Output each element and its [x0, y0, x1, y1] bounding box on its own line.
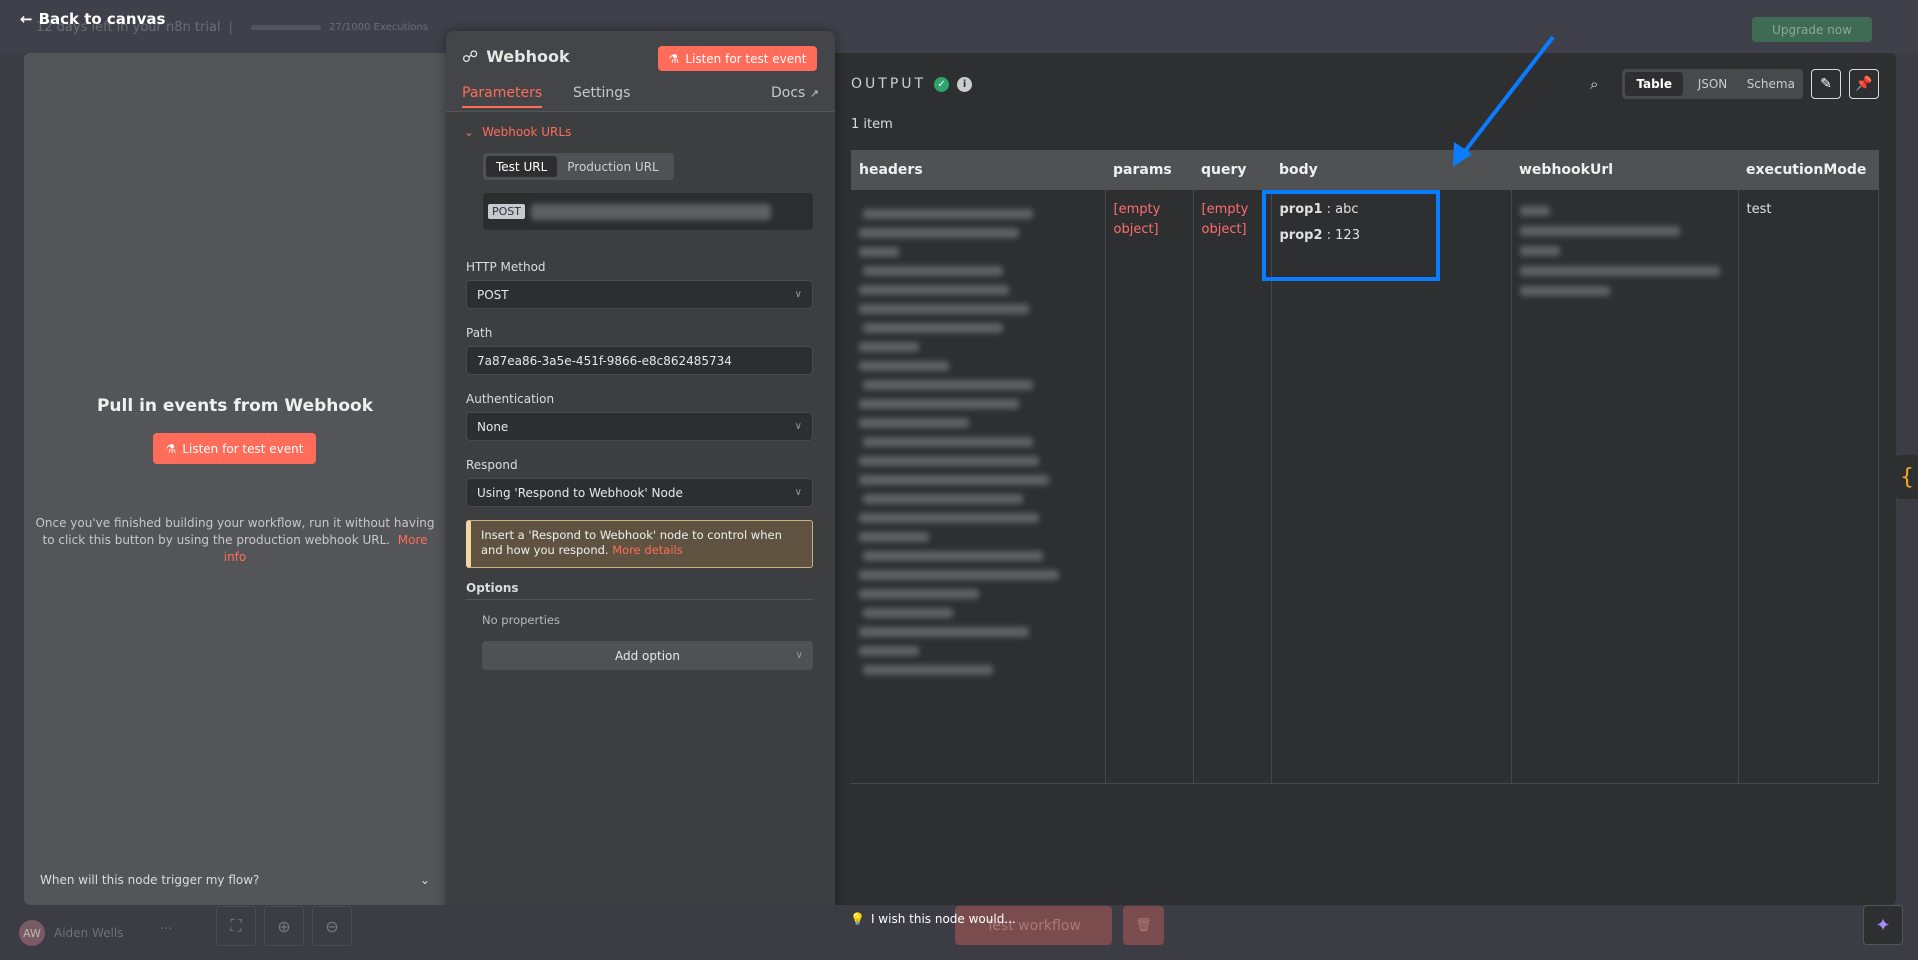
- external-link-icon: ↗: [809, 87, 819, 100]
- lightbulb-icon: 💡: [850, 912, 865, 926]
- no-properties-text: No properties: [482, 613, 560, 627]
- node-name: Webhook: [486, 47, 570, 66]
- method-badge: POST: [488, 204, 525, 219]
- more-dots-icon[interactable]: ···: [160, 922, 172, 937]
- tab-settings[interactable]: Settings: [573, 85, 630, 101]
- production-url-tab[interactable]: Production URL: [557, 156, 668, 177]
- tab-parameters[interactable]: Parameters: [462, 85, 543, 108]
- chevron-down-icon: ⌄: [464, 125, 475, 139]
- trash-icon[interactable]: 🗑: [1123, 906, 1164, 945]
- zoom-out-icon[interactable]: ⊖: [312, 906, 352, 946]
- test-url-tab[interactable]: Test URL: [486, 156, 558, 177]
- webhook-urls-toggle[interactable]: ⌄ Webhook URLs: [464, 125, 571, 139]
- chevron-down-icon: ∨: [794, 487, 802, 498]
- respond-label: Respond: [466, 458, 518, 472]
- node-header: ☍ Webhook ⚗ Listen for test event Paramete…: [446, 31, 835, 112]
- webhook-icon: ☍: [462, 47, 479, 66]
- fit-view-icon[interactable]: ⛶: [216, 906, 256, 946]
- http-method-select[interactable]: POST ∨: [466, 280, 813, 309]
- docs-label: Docs: [770, 85, 806, 101]
- path-label: Path: [466, 326, 493, 340]
- webhook-urls-label: Webhook URLs: [482, 125, 572, 139]
- http-method-label: HTTP Method: [466, 260, 546, 274]
- path-value: 7a87ea86-3a5e-451f-9866-e8c862485734: [477, 353, 732, 368]
- respond-notice: Insert a 'Respond to Webhook' node to co…: [466, 520, 813, 568]
- node-title: ☍ Webhook: [462, 47, 570, 66]
- chevron-down-icon: ∨: [794, 421, 802, 432]
- user-name: Aiden Wells: [54, 926, 124, 940]
- docs-link[interactable]: Docs ↗: [771, 85, 819, 101]
- webhook-url-display[interactable]: POST: [483, 193, 813, 230]
- add-option-label: Add option: [615, 648, 680, 663]
- chevron-down-icon: ∨: [794, 289, 802, 300]
- annotation-arrow: [1453, 35, 1555, 167]
- ai-assistant-sparkle-icon[interactable]: ✦: [1863, 905, 1903, 945]
- flask-icon: ⚗: [668, 51, 680, 66]
- more-details-link[interactable]: More details: [612, 543, 682, 557]
- authentication-select[interactable]: None ∨: [466, 412, 813, 441]
- respond-select[interactable]: Using 'Respond to Webhook' Node ∨: [466, 478, 813, 507]
- respond-value: Using 'Respond to Webhook' Node: [477, 485, 683, 500]
- add-option-button[interactable]: Add option ∨: [482, 641, 813, 670]
- authentication-value: None: [477, 419, 509, 434]
- wish-text: I wish this node would...: [870, 912, 1016, 926]
- code-braces-icon[interactable]: {: [1896, 455, 1918, 499]
- feedback-prompt[interactable]: 💡 I wish this node would...: [850, 912, 1016, 926]
- options-label: Options: [466, 581, 813, 600]
- zoom-in-icon[interactable]: ⊕: [264, 906, 304, 946]
- authentication-label: Authentication: [466, 392, 555, 406]
- http-method-value: POST: [477, 287, 509, 302]
- chevron-down-icon: ∨: [795, 650, 803, 661]
- parameters-panel: ☍ Webhook ⚗ Listen for test event Paramete…: [446, 31, 835, 930]
- listen-test-event-button[interactable]: ⚗ Listen for test event: [658, 46, 817, 71]
- avatar[interactable]: AW: [19, 920, 45, 946]
- url-type-switch: Test URL Production URL: [483, 153, 674, 180]
- listen-label: Listen for test event: [685, 51, 807, 66]
- path-input[interactable]: 7a87ea86-3a5e-451f-9866-e8c862485734: [466, 346, 813, 375]
